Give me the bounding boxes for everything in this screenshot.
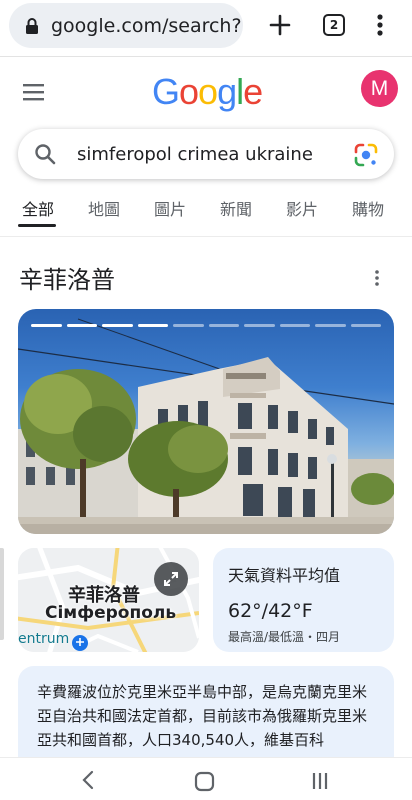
tab-shopping[interactable]: 購物 xyxy=(352,196,384,220)
logo-letter: o xyxy=(198,71,218,112)
tabs-divider xyxy=(0,236,412,237)
hamburger-icon[interactable] xyxy=(22,82,46,102)
browser-toolbar: google.com/search? 2 xyxy=(0,0,412,54)
avatar[interactable]: M xyxy=(361,70,398,107)
weather-temperature: 62°/42°F xyxy=(228,600,313,622)
plus-icon[interactable] xyxy=(266,11,294,39)
logo-letter: g xyxy=(217,71,237,112)
hero-image-carousel[interactable] xyxy=(18,309,394,534)
edge-panel-handle[interactable] xyxy=(0,548,4,640)
expand-icon xyxy=(164,572,178,586)
search-tabs: 全部 地圖 圖片 新聞 影片 購物 xyxy=(0,196,412,236)
expand-map-button[interactable] xyxy=(154,562,188,596)
home-icon[interactable] xyxy=(194,771,215,792)
lock-icon xyxy=(26,17,38,34)
search-icon[interactable] xyxy=(34,143,56,165)
google-logo[interactable]: Google xyxy=(152,70,263,114)
weather-card[interactable]: 天氣資料平均值 62°/42°F 最高溫/最低溫・四月 xyxy=(213,548,394,652)
tab-switcher-button[interactable]: 2 xyxy=(323,14,345,36)
system-navbar xyxy=(0,757,412,800)
city-building-photo xyxy=(18,318,394,534)
weather-title: 天氣資料平均值 xyxy=(228,566,341,585)
active-tab-indicator xyxy=(18,224,56,227)
recent-apps-icon[interactable] xyxy=(310,771,330,791)
back-chevron-icon[interactable] xyxy=(80,770,96,790)
vertical-dots-icon[interactable] xyxy=(370,11,390,39)
url-text[interactable]: google.com/search? xyxy=(51,15,242,37)
logo-letter: e xyxy=(243,71,263,112)
tab-news[interactable]: 新聞 xyxy=(220,196,252,220)
toolbar-divider xyxy=(0,56,412,57)
description-text: 辛費羅波位於克里米亞半島中部，是烏克蘭克里米亞自治共和國法定首都，目前該市為俄羅… xyxy=(37,683,368,749)
tab-images[interactable]: 圖片 xyxy=(154,196,186,220)
weather-caption: 最高溫/最低溫・四月 xyxy=(228,630,341,644)
search-box xyxy=(18,129,394,179)
logo-letter: G xyxy=(152,71,180,112)
tab-all[interactable]: 全部 xyxy=(22,196,54,220)
logo-letter: o xyxy=(179,71,199,112)
search-input[interactable] xyxy=(77,129,337,179)
tab-maps[interactable]: 地圖 xyxy=(88,196,120,220)
tab-videos[interactable]: 影片 xyxy=(286,196,318,220)
knowledge-panel-title: 辛菲洛普 xyxy=(19,266,115,294)
address-bar[interactable]: google.com/search? xyxy=(9,3,243,48)
map-card[interactable]: 辛菲洛普 Сімферополь entrum xyxy=(18,548,199,652)
google-lens-icon[interactable] xyxy=(353,142,379,168)
carousel-progress xyxy=(31,324,381,328)
more-options-icon[interactable] xyxy=(369,268,385,288)
map-poi-label: entrum xyxy=(18,631,70,647)
map-label-ukrainian: Сімферополь xyxy=(45,603,177,623)
